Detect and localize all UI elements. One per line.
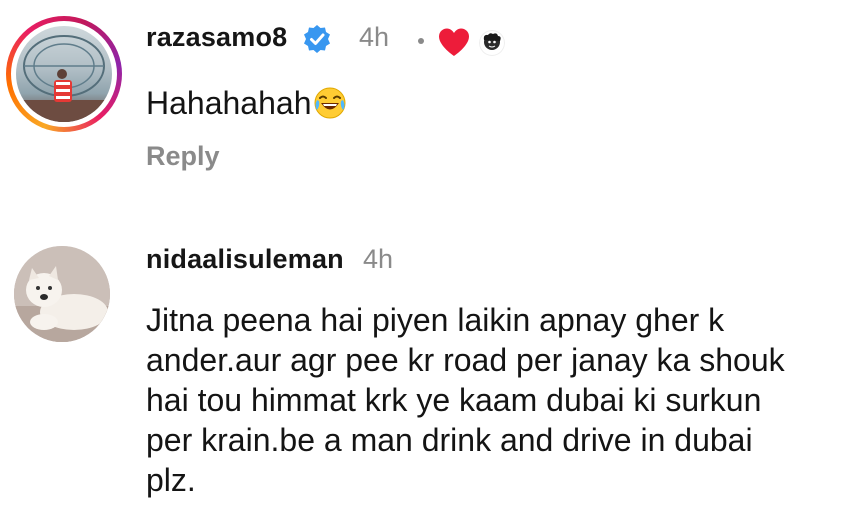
comment-time: 4h [363,244,394,274]
verified-badge-icon [304,25,330,53]
author-avatar-icon [479,30,505,56]
comment-text: Hahahahah [146,85,347,122]
comment-username[interactable]: razasamo8 [146,22,287,53]
comment-text-body: Hahahahah [146,85,312,121]
comment-item: nidaalisuleman 4h Jitna peena hai piyen … [0,230,850,510]
comment-text-line: hai tou himmat krk ye kaam dubai ki surk… [146,382,762,418]
story-ring[interactable] [6,16,122,132]
laughing-emoji-icon [314,87,346,119]
comment-text-line: ander.aur agr pee kr road per janay ka s… [146,342,785,378]
comment-item: razasamo8 4h Hahahahah Reply [0,0,850,220]
avatar[interactable] [16,26,112,122]
avatar-photo [14,246,110,342]
reply-button[interactable]: Reply [146,141,220,172]
comment-username[interactable]: nidaalisuleman [146,244,344,275]
heart-icon [439,28,469,56]
avatar[interactable] [14,246,110,342]
comment-text-line: plz. [146,462,196,498]
comment-text-line: per krain.be a man drink and drive in du… [146,422,753,458]
comment-text: Jitna peena hai piyen laikin apnay gher … [146,300,836,500]
avatar-photo [16,35,112,122]
separator-dot [418,38,424,44]
comment-text-line: Jitna peena hai piyen laikin apnay gher … [146,302,725,338]
comment-time: 4h [359,22,390,52]
